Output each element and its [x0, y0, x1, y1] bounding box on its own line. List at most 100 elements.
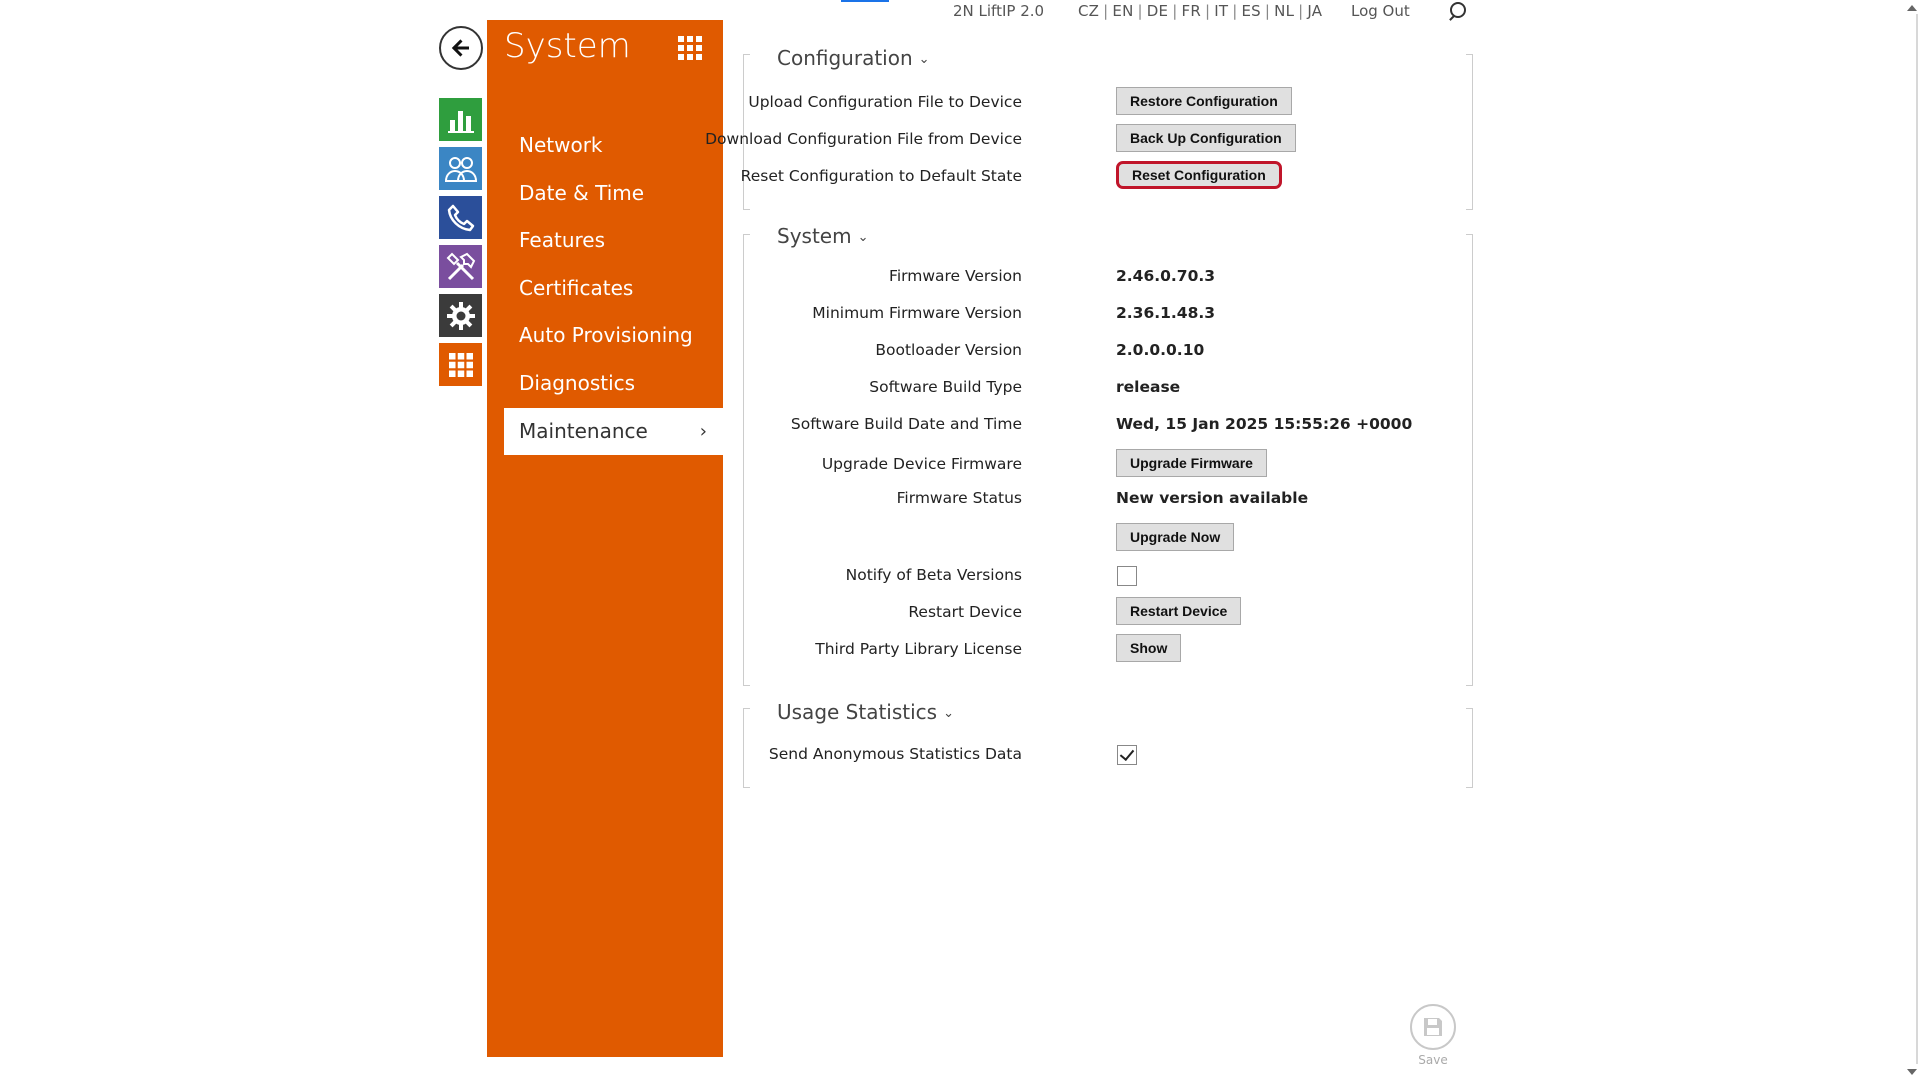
upgrade-firmware-button[interactable]: Upgrade Firmware: [1116, 449, 1267, 477]
sidebar-menu: Network Date & Time Features Certificate…: [504, 122, 723, 456]
app-page: 2N LiftIP 2.0 CZ | EN | DE | FR | IT | ES | NL | JA Lo…: [0, 0, 1920, 1080]
build-type-value: release: [1116, 378, 1181, 396]
configuration-section: Configuration ⌄ Upload Configuration File…: [705, 24, 1473, 214]
min-firmware-value: 2.36.1.48.3: [1116, 304, 1216, 322]
lang-fr[interactable]: FR: [1182, 2, 1201, 20]
restore-configuration-button[interactable]: Restore Configuration: [1116, 87, 1292, 115]
users-icon: [444, 156, 477, 182]
firmware-status-value: New version available: [1116, 489, 1309, 507]
sidebar-title: System: [504, 26, 631, 66]
reset-config-row: Reset Configuration to Default State Res…: [740, 160, 1473, 192]
sidebar-item-network[interactable]: Network: [504, 122, 723, 170]
checkmark-icon: [1119, 745, 1135, 762]
lang-es[interactable]: ES: [1241, 2, 1260, 20]
license-row: Third Party Library License Show: [743, 633, 1473, 665]
save-button-circle: [1410, 1004, 1456, 1050]
back-up-configuration-button[interactable]: Back Up Configuration: [1116, 124, 1296, 152]
build-type-label: Software Build Type: [869, 378, 1022, 396]
bootloader-value: 2.0.0.0.10: [1116, 341, 1205, 359]
language-switcher: CZ | EN | DE | FR | IT | ES | NL | JA: [1078, 2, 1323, 20]
system-section: System ⌄ Firmware Version 2.46.0.70.3 Min…: [743, 224, 1473, 704]
lang-nl[interactable]: NL: [1274, 2, 1294, 20]
build-date-value: Wed, 15 Jan 2025 15:55:26 +0000: [1116, 415, 1413, 433]
download-config-label: Download Configuration File from Device: [705, 130, 1022, 148]
sidebar-item-maintenance[interactable]: Maintenance ›: [504, 407, 723, 456]
upgrade-now-button[interactable]: Upgrade Now: [1116, 523, 1235, 551]
show-license-button[interactable]: Show: [1116, 634, 1182, 662]
rail-services-button[interactable]: [439, 294, 482, 337]
scroll-down-icon[interactable]: [1907, 1069, 1917, 1075]
sidebar-item-certificates[interactable]: Certificates: [504, 265, 723, 313]
section-title: Configuration: [777, 46, 913, 70]
system-section-toggle[interactable]: System ⌄: [777, 224, 869, 248]
bootloader-label: Bootloader Version: [875, 341, 1022, 359]
reset-configuration-button[interactable]: Reset Configuration: [1116, 161, 1282, 189]
usage-statistics-section-toggle[interactable]: Usage Statistics ⌄: [777, 700, 954, 724]
lang-it[interactable]: IT: [1214, 2, 1228, 20]
section-title: System: [777, 224, 852, 248]
lang-ja[interactable]: JA: [1307, 2, 1322, 20]
build-type-row: Software Build Type release: [743, 371, 1473, 403]
firmware-version-value: 2.46.0.70.3: [1116, 267, 1216, 285]
upload-config-row: Upload Configuration File to Device Rest…: [743, 86, 1473, 118]
upgrade-now-row: Upgrade Now: [743, 522, 1473, 554]
rail-status-button[interactable]: [439, 98, 482, 141]
sidebar-item-label: Maintenance: [519, 418, 648, 443]
tools-icon: [446, 252, 475, 280]
save-label: Save: [1418, 1053, 1448, 1067]
upload-config-label: Upload Configuration File to Device: [748, 93, 1022, 111]
grid-icon[interactable]: [678, 36, 702, 60]
rail-calls-button[interactable]: [439, 196, 482, 239]
active-tab-indicator: [841, 0, 889, 2]
lang-de[interactable]: DE: [1147, 2, 1168, 20]
arrow-left-icon: [451, 39, 469, 57]
save-button[interactable]: Save: [1410, 1004, 1456, 1067]
configuration-section-toggle[interactable]: Configuration ⌄: [777, 46, 930, 70]
logout-link[interactable]: Log Out: [1351, 2, 1410, 20]
scroll-up-icon[interactable]: [1907, 5, 1917, 11]
send-statistics-label: Send Anonymous Statistics Data: [768, 745, 1022, 763]
rail-system-button[interactable]: [439, 343, 482, 386]
rail-hardware-button[interactable]: [439, 245, 482, 288]
restart-device-label: Restart Device: [908, 603, 1022, 621]
vertical-scrollbar[interactable]: [1903, 0, 1920, 1080]
section-title: Usage Statistics: [777, 700, 938, 724]
send-statistics-row: Send Anonymous Statistics Data: [743, 738, 1473, 770]
floppy-disk-icon: [1424, 1018, 1442, 1036]
chevron-right-icon: ›: [699, 420, 707, 442]
system-sidebar: System Network Date & Time Features Cert…: [487, 20, 723, 1057]
lang-cz[interactable]: CZ: [1078, 2, 1099, 20]
lang-en[interactable]: EN: [1112, 2, 1133, 20]
device-name: 2N LiftIP 2.0: [953, 2, 1045, 20]
build-date-row: Software Build Date and Time Wed, 15 Jan…: [743, 408, 1473, 440]
firmware-version-label: Firmware Version: [889, 267, 1022, 285]
phone-icon: [447, 204, 474, 231]
beta-notify-row: Notify of Beta Versions: [743, 559, 1473, 591]
sidebar-item-features[interactable]: Features: [504, 217, 723, 265]
search-icon[interactable]: [1450, 2, 1466, 18]
download-config-row: Download Configuration File from Device …: [705, 123, 1473, 155]
back-button[interactable]: [439, 26, 483, 70]
beta-notify-checkbox[interactable]: [1117, 566, 1137, 586]
firmware-version-row: Firmware Version 2.46.0.70.3: [743, 260, 1473, 292]
bar-chart-icon: [447, 110, 474, 133]
usage-statistics-section: Usage Statistics ⌄ Send Anonymous Statist…: [743, 700, 1473, 800]
grid-icon: [448, 352, 473, 377]
firmware-status-label: Firmware Status: [896, 489, 1022, 507]
send-statistics-checkbox[interactable]: [1117, 745, 1137, 765]
sidebar-item-auto-provisioning[interactable]: Auto Provisioning: [504, 312, 723, 360]
upgrade-firmware-row: Upgrade Device Firmware Upgrade Firmware: [743, 448, 1473, 480]
restart-device-row: Restart Device Restart Device: [743, 596, 1473, 628]
sidebar-item-diagnostics[interactable]: Diagnostics: [504, 360, 723, 408]
firmware-status-row: Firmware Status New version available: [743, 482, 1473, 514]
chevron-down-icon: ⌄: [918, 52, 930, 67]
restart-device-button[interactable]: Restart Device: [1116, 597, 1242, 625]
reset-config-label: Reset Configuration to Default State: [740, 167, 1022, 185]
gear-icon: [446, 301, 475, 330]
chevron-down-icon: ⌄: [943, 706, 955, 721]
scroll-thumb[interactable]: [1916, 14, 1918, 1064]
beta-notify-label: Notify of Beta Versions: [845, 566, 1022, 584]
sidebar-item-date-time[interactable]: Date & Time: [504, 170, 723, 218]
rail-directory-button[interactable]: [439, 147, 482, 190]
chevron-down-icon: ⌄: [857, 230, 869, 245]
